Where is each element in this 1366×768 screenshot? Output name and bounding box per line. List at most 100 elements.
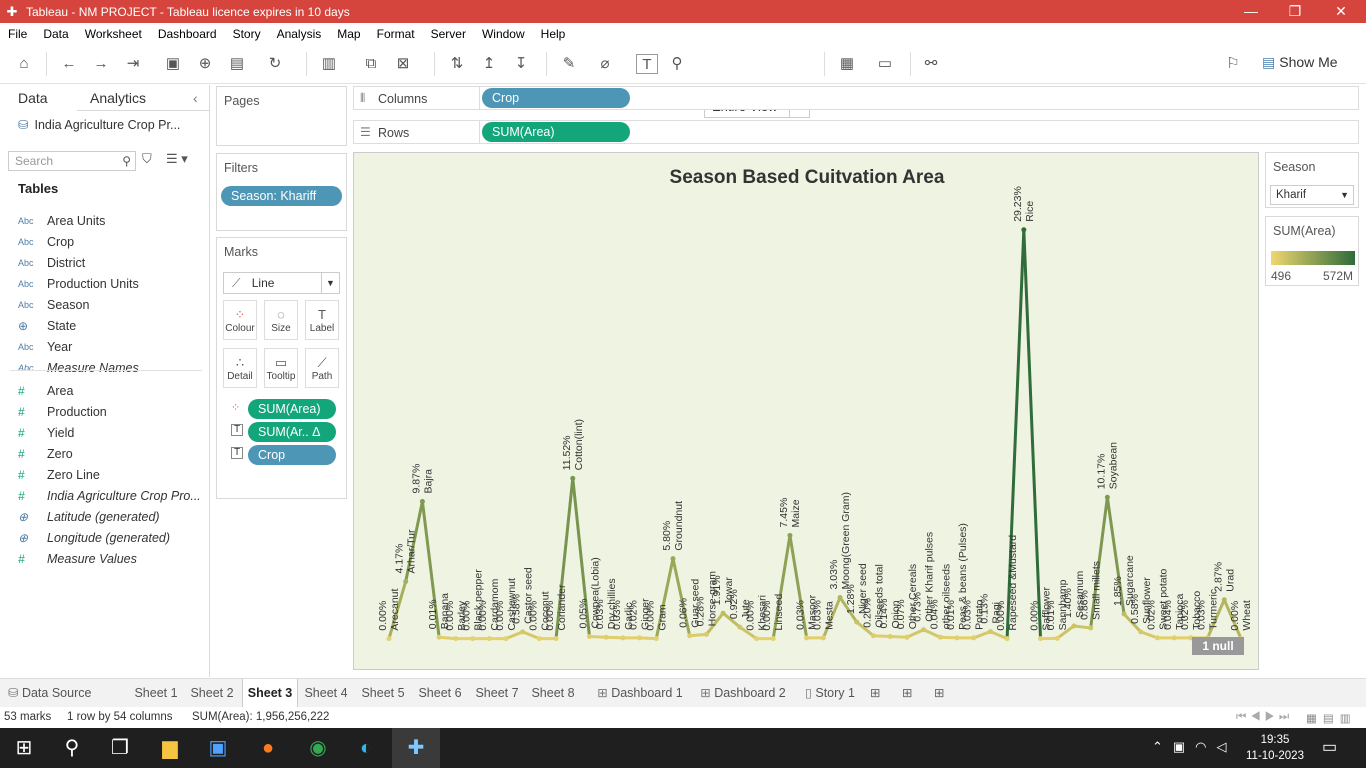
data-point[interactable] — [637, 635, 643, 641]
fix-axes-icon[interactable]: ⚲ — [666, 54, 688, 74]
pages-card[interactable]: Pages — [216, 86, 347, 146]
field-item[interactable]: Abc District — [18, 253, 85, 273]
chart-area[interactable]: Season Based Cuitvation Area 0.00% Arecan… — [353, 152, 1259, 670]
data-point[interactable] — [770, 636, 776, 642]
field-item[interactable]: ⊕ Longitude (generated) — [18, 528, 170, 548]
restore-button[interactable]: ❐ — [1272, 0, 1318, 23]
data-point[interactable] — [787, 532, 793, 538]
data-point[interactable] — [586, 633, 592, 639]
data-point[interactable] — [1021, 227, 1027, 233]
data-point[interactable] — [1088, 625, 1094, 631]
mark-type-dropdown[interactable]: ⟋ Line ▼ — [223, 272, 340, 294]
field-item[interactable]: Abc Area Units — [18, 211, 105, 231]
data-point[interactable] — [754, 636, 760, 642]
mark-pill-crop[interactable]: Crop — [248, 445, 336, 465]
filter-icon[interactable]: ⛉ — [142, 151, 152, 167]
mark-pill-area[interactable]: SUM(Area) — [248, 399, 336, 419]
data-point[interactable] — [670, 556, 676, 562]
mark-pill-area-delta[interactable]: SUM(Ar.. Δ — [248, 422, 336, 442]
file-explorer-icon[interactable]: ▆ — [146, 728, 194, 768]
field-item[interactable]: # Zero Line — [18, 465, 100, 485]
data-point[interactable] — [971, 635, 977, 641]
menu-help[interactable]: Help — [533, 27, 574, 41]
line-chart[interactable]: 0.00% Arecanut4.17% Arhar/Tur9.87% Bajra0.0… — [354, 153, 1260, 671]
datasource-item[interactable]: ⛁ India Agriculture Crop Pr... — [18, 117, 180, 132]
search-icon[interactable]: ⚲ — [48, 728, 96, 768]
sheet-tab-sheet-5[interactable]: Sheet 5 — [357, 679, 409, 707]
data-point[interactable] — [887, 633, 893, 639]
data-point[interactable] — [486, 636, 492, 642]
field-item[interactable]: # Yield — [18, 423, 74, 443]
new-worksheet-tab-icon[interactable]: ⊞ — [870, 679, 890, 707]
minimize-button[interactable]: — — [1228, 0, 1274, 23]
rows-pill-area[interactable]: SUM(Area) — [482, 122, 630, 142]
menu-worksheet[interactable]: Worksheet — [77, 27, 150, 41]
data-point[interactable] — [1221, 597, 1227, 603]
data-point[interactable] — [1171, 635, 1177, 641]
view-options-icon[interactable]: ☰ ▾ — [166, 151, 188, 167]
field-item[interactable]: Abc Measure Names — [18, 358, 139, 378]
data-point[interactable] — [436, 634, 442, 640]
field-item[interactable]: Abc Year — [18, 337, 72, 357]
undo-icon[interactable]: ← — [58, 54, 80, 74]
label-button[interactable]: T Label — [305, 300, 339, 340]
sheet-tab-dashboard-2[interactable]: ⊞ Dashboard 2 — [695, 679, 791, 707]
notifications-icon[interactable]: ▭ — [1322, 737, 1337, 757]
new-datasource-icon[interactable]: ⊕ — [194, 54, 216, 74]
marks-card[interactable]: Marks ⟋ Line ▼ ⁘ Colour ◌ Size T Label ∴ Det… — [216, 237, 347, 499]
data-point[interactable] — [1004, 636, 1010, 642]
field-item[interactable]: Abc Production Units — [18, 274, 139, 294]
data-point[interactable] — [987, 629, 993, 635]
data-point[interactable] — [937, 634, 943, 640]
field-item[interactable]: # Area — [18, 381, 73, 401]
store-icon[interactable]: ▣ — [194, 728, 242, 768]
presentation-icon[interactable]: ▭ — [874, 54, 896, 74]
data-point[interactable] — [921, 627, 927, 633]
sheet-tab-sheet-1[interactable]: Sheet 1 — [130, 679, 182, 707]
show-me-button[interactable]: ▤ Show Me — [1262, 54, 1338, 71]
sheet-tab-sheet-6[interactable]: Sheet 6 — [414, 679, 466, 707]
chrome-icon[interactable]: ◉ — [294, 728, 342, 768]
field-item[interactable]: # Measure Values — [18, 549, 137, 569]
filters-card[interactable]: Filters Season: Khariff — [216, 153, 347, 231]
data-point[interactable] — [1054, 635, 1060, 641]
close-button[interactable]: ✕ — [1318, 0, 1364, 23]
new-dashboard-tab-icon[interactable]: ⊞ — [902, 679, 922, 707]
menu-file[interactable]: File — [0, 27, 35, 41]
clear-sheet-icon[interactable]: ⊠ — [392, 54, 414, 74]
cards-icon[interactable]: ▦ — [836, 54, 858, 74]
field-item[interactable]: # India Agriculture Crop Pro... — [18, 486, 201, 506]
data-point[interactable] — [1121, 611, 1127, 617]
menu-data[interactable]: Data — [35, 27, 76, 41]
menu-map[interactable]: Map — [329, 27, 368, 41]
system-tray-icons[interactable]: ⌃▣◠◁ — [1152, 739, 1237, 755]
task-view-icon[interactable]: ❐ — [96, 728, 144, 768]
sheet-tab-sheet-3[interactable]: Sheet 3 — [242, 679, 298, 707]
data-point[interactable] — [503, 636, 509, 642]
data-point[interactable] — [904, 634, 910, 640]
field-item[interactable]: ⊕ Latitude (generated) — [18, 507, 160, 527]
data-point[interactable] — [1104, 494, 1110, 500]
field-item[interactable]: Abc Season — [18, 295, 89, 315]
tab-analytics[interactable]: Analytics — [90, 90, 146, 106]
field-item[interactable]: Abc Crop — [18, 232, 74, 252]
tooltip-button[interactable]: ▭ Tooltip — [264, 348, 298, 388]
swap-icon[interactable]: ⇅ — [446, 54, 468, 74]
data-point[interactable] — [954, 635, 960, 641]
data-point[interactable] — [653, 636, 659, 642]
clock[interactable]: 19:35 11-10-2023 — [1245, 732, 1305, 764]
field-item[interactable]: # Production — [18, 402, 107, 422]
null-indicator[interactable]: 1 null — [1192, 637, 1244, 655]
data-point[interactable] — [570, 475, 576, 481]
data-point[interactable] — [1038, 636, 1044, 642]
data-point[interactable] — [820, 635, 826, 641]
data-point[interactable] — [536, 636, 542, 642]
data-point[interactable] — [687, 633, 693, 639]
redo-icon[interactable]: → — [90, 54, 112, 74]
show-labels-icon[interactable]: T — [636, 54, 658, 74]
data-point[interactable] — [603, 634, 609, 640]
data-point[interactable] — [620, 635, 626, 641]
data-point[interactable] — [470, 636, 476, 642]
home-icon[interactable]: ⌂ — [13, 54, 35, 74]
refresh-icon[interactable]: ↻ — [264, 54, 286, 74]
